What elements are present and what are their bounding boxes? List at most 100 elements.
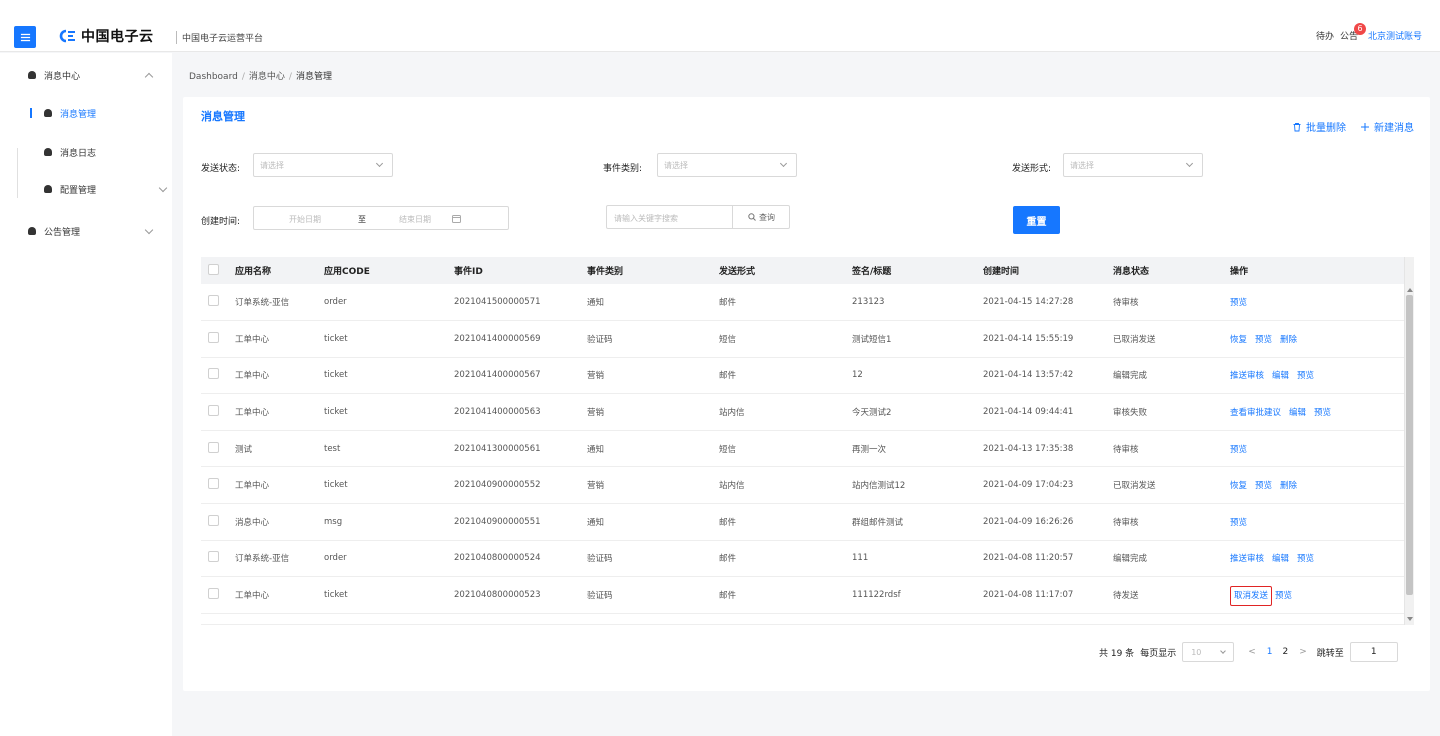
actions-cell: 手动发送定时发送预览 bbox=[1230, 613, 1404, 624]
column-header: 签名/标题 bbox=[852, 257, 983, 284]
row-action-link[interactable]: 编辑 bbox=[1272, 554, 1289, 564]
new-message-button[interactable]: 新建消息 bbox=[1360, 119, 1414, 134]
row-select-cell bbox=[201, 576, 235, 614]
table-row: 测试 test 2021041300000561 通知 短信 再测一次 2021-04-13… bbox=[201, 430, 1404, 468]
row-action-link[interactable]: 预览 bbox=[1275, 591, 1292, 601]
scrollbar-thumb[interactable] bbox=[1406, 295, 1413, 595]
app-code-cell: ticket bbox=[324, 320, 454, 358]
table-row: 工单中心ticket2021040800000522验证码短信1212021-0… bbox=[201, 613, 1404, 624]
next-page-button[interactable]: > bbox=[1299, 647, 1307, 657]
row-select-cell bbox=[201, 284, 235, 322]
page-size-value: 10 bbox=[1191, 648, 1202, 657]
event-id-cell: 2021041400000567 bbox=[454, 357, 587, 395]
reset-button[interactable]: 重置 bbox=[1013, 206, 1060, 234]
actions-cell: 预览 bbox=[1230, 503, 1404, 541]
row-checkbox[interactable] bbox=[208, 441, 219, 453]
date-range-picker[interactable]: 开始日期 至 结束日期 bbox=[253, 206, 509, 230]
batch-delete-button[interactable]: 批量删除 bbox=[1292, 119, 1346, 134]
status-cell: 已取消发送 bbox=[1113, 320, 1230, 358]
sidebar-item-message-manage[interactable]: 消息管理 bbox=[0, 98, 172, 128]
actions-cell: 推送审核 编辑 预览 bbox=[1230, 357, 1404, 395]
row-checkbox[interactable] bbox=[208, 405, 219, 417]
row-checkbox[interactable] bbox=[208, 295, 219, 307]
page-1-button[interactable]: 1 bbox=[1267, 647, 1273, 657]
brand-logo[interactable]: 中国电子云 bbox=[58, 26, 154, 46]
event-type-select[interactable]: 请选择 bbox=[657, 153, 797, 177]
end-date-input[interactable]: 结束日期 bbox=[399, 214, 431, 225]
event-id-cell: 2021040800000523 bbox=[454, 576, 587, 614]
send-form-cell: 邮件 bbox=[719, 540, 852, 578]
event-id-cell: 2021041300000561 bbox=[454, 430, 587, 468]
row-action-link[interactable]: 编辑 bbox=[1272, 371, 1289, 381]
row-action-link[interactable]: 预览 bbox=[1297, 554, 1314, 564]
header-right: 待办 公告 6 北京测试账号 bbox=[1316, 23, 1422, 42]
row-action-link[interactable]: 预览 bbox=[1255, 335, 1272, 345]
status-cell: 审核失败 bbox=[1113, 393, 1230, 431]
hamburger-icon bbox=[20, 33, 30, 41]
row-action-link[interactable]: 删除 bbox=[1280, 481, 1297, 491]
row-action-link[interactable]: 推送审核 bbox=[1230, 371, 1264, 381]
breadcrumb-root[interactable]: Dashboard bbox=[189, 72, 238, 82]
todo-link[interactable]: 待办 bbox=[1316, 29, 1334, 42]
created-time-cell: 2021-04-08 11:17:07 bbox=[983, 576, 1113, 614]
row-action-link[interactable]: 预览 bbox=[1297, 371, 1314, 381]
table-row: 消息中心 msg 2021040900000551 通知 邮件 群组邮件测试 2021-04… bbox=[201, 503, 1404, 541]
keyword-search-input[interactable]: 请输入关键字搜索 查询 bbox=[606, 205, 790, 229]
sidebar-item-message-log[interactable]: 消息日志 bbox=[0, 137, 172, 167]
scroll-down-icon[interactable] bbox=[1407, 617, 1413, 621]
event-id-cell: 2021041400000563 bbox=[454, 393, 587, 431]
row-action-link[interactable]: 预览 bbox=[1230, 518, 1247, 528]
breadcrumb-mid[interactable]: 消息中心 bbox=[249, 72, 285, 82]
created-time-cell: 2021-04-14 09:44:41 bbox=[983, 393, 1113, 431]
row-action-link[interactable]: 预览 bbox=[1230, 445, 1247, 455]
title-cell: 测试短信1 bbox=[852, 320, 983, 358]
row-checkbox[interactable] bbox=[208, 514, 219, 526]
row-action-link[interactable]: 查看审批建议 bbox=[1230, 408, 1281, 418]
message-center-icon bbox=[28, 71, 36, 79]
created-time-cell: 2021-04-15 14:27:28 bbox=[983, 284, 1113, 322]
row-checkbox[interactable] bbox=[208, 331, 219, 343]
row-checkbox[interactable] bbox=[208, 368, 219, 380]
account-link[interactable]: 北京测试账号 bbox=[1368, 29, 1422, 42]
row-action-link[interactable]: 推送审核 bbox=[1230, 554, 1264, 564]
sidebar-item-notice-manage[interactable]: 公告管理 bbox=[0, 216, 172, 246]
search-button[interactable]: 查询 bbox=[732, 206, 790, 228]
start-date-input[interactable]: 开始日期 bbox=[289, 214, 321, 225]
row-action-link[interactable]: 预览 bbox=[1255, 481, 1272, 491]
sidebar-item-message-center[interactable]: 消息中心 bbox=[0, 60, 172, 90]
scroll-up-icon[interactable] bbox=[1407, 288, 1413, 292]
created-time-cell: 2021-04-13 17:35:38 bbox=[983, 430, 1113, 468]
sidebar-item-config-manage[interactable]: 配置管理 bbox=[0, 174, 172, 204]
prev-page-button[interactable]: < bbox=[1248, 647, 1256, 657]
notice-link[interactable]: 公告 6 bbox=[1340, 23, 1366, 42]
select-all-checkbox[interactable] bbox=[208, 263, 219, 275]
menu-toggle-button[interactable] bbox=[14, 26, 36, 48]
row-action-link[interactable]: 删除 bbox=[1280, 335, 1297, 345]
status-cell: 待发送 bbox=[1113, 576, 1230, 614]
row-checkbox[interactable] bbox=[208, 551, 219, 563]
row-action-link[interactable]: 恢复 bbox=[1230, 335, 1247, 345]
row-action-link[interactable]: 预览 bbox=[1230, 298, 1247, 308]
page-size-select[interactable]: 10 bbox=[1182, 642, 1235, 662]
event-id-cell: 2021040800000524 bbox=[454, 540, 587, 578]
table-scrollbar[interactable] bbox=[1404, 257, 1414, 625]
jump-page-input[interactable]: 1 bbox=[1349, 642, 1398, 662]
chevron-down-icon bbox=[1220, 648, 1227, 654]
row-action-link[interactable]: 预览 bbox=[1314, 408, 1331, 418]
row-action-link[interactable]: 恢复 bbox=[1230, 481, 1247, 491]
row-checkbox[interactable] bbox=[208, 588, 219, 600]
search-icon bbox=[748, 213, 756, 221]
row-checkbox[interactable] bbox=[208, 478, 219, 490]
row-select-cell bbox=[201, 357, 235, 395]
row-action-link[interactable]: 编辑 bbox=[1289, 408, 1306, 418]
send-form-select[interactable]: 请选择 bbox=[1063, 153, 1203, 177]
app-name-cell: 工单中心 bbox=[235, 393, 324, 431]
page-2-button[interactable]: 2 bbox=[1282, 647, 1288, 657]
send-status-select[interactable]: 请选择 bbox=[253, 153, 393, 177]
sidebar-item-label: 公告管理 bbox=[44, 227, 81, 238]
row-action-link[interactable]: 取消发送 bbox=[1230, 586, 1273, 607]
actions-cell: 预览 bbox=[1230, 284, 1404, 322]
row-select-cell bbox=[201, 430, 235, 468]
event-type-cell: 通知 bbox=[587, 284, 719, 322]
event-type-label: 事件类别: bbox=[603, 164, 643, 174]
